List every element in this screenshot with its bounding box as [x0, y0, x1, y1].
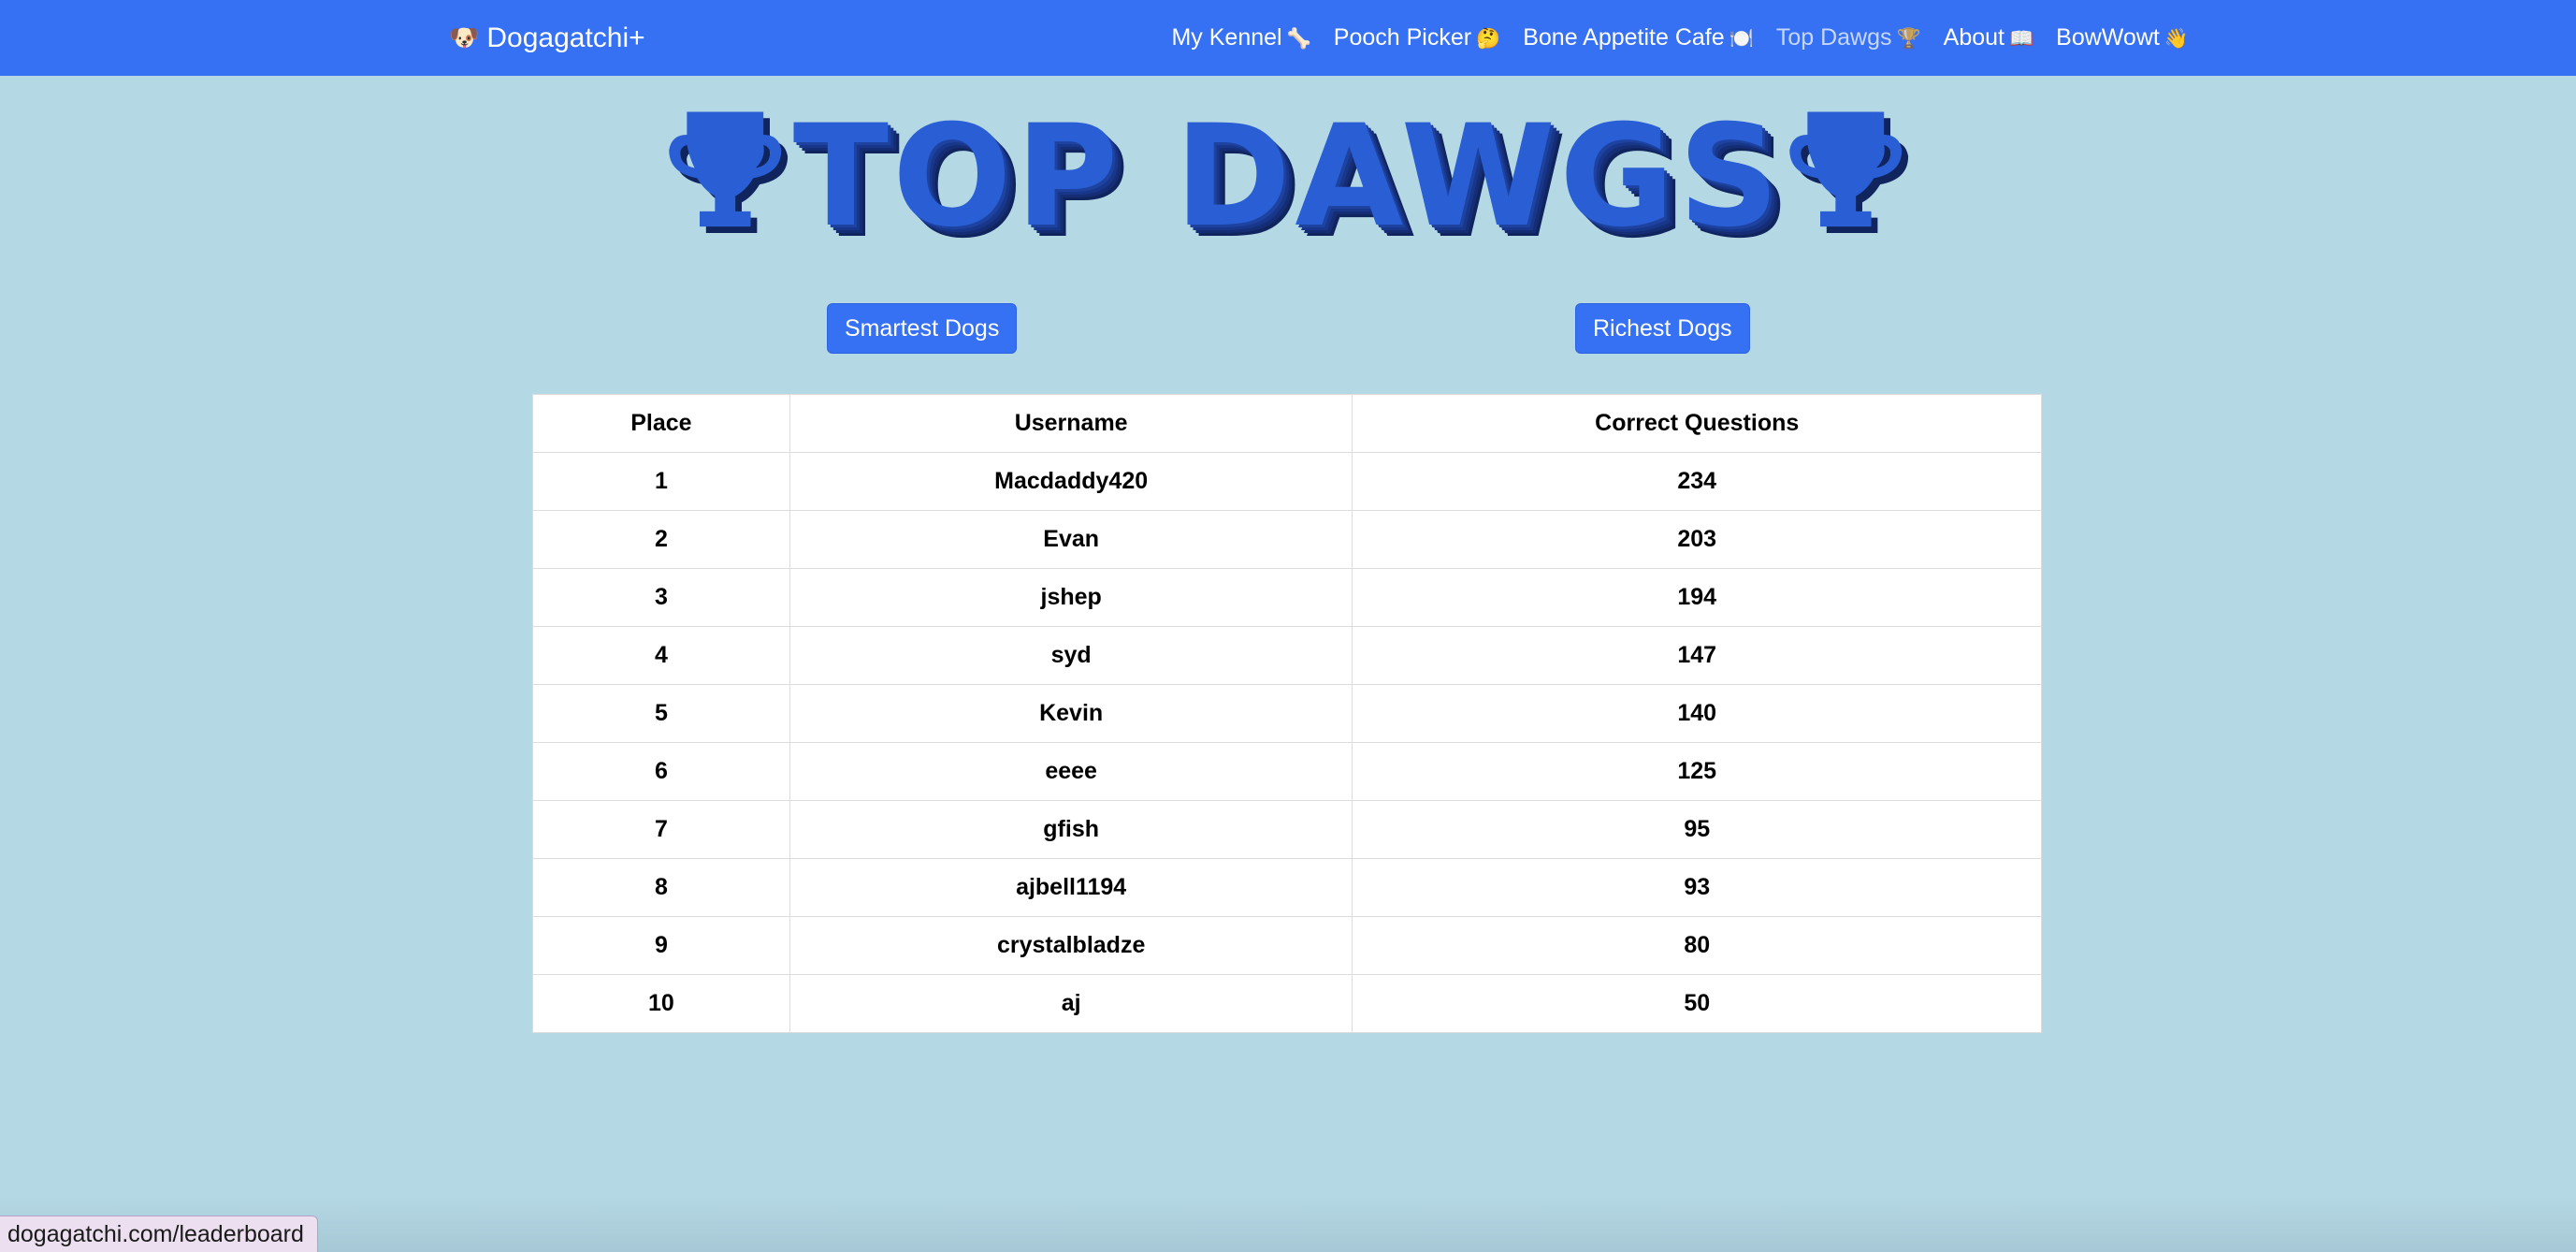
table-row: 4 syd 147 — [532, 626, 2042, 685]
nav-links: My Kennel 🦴 Pooch Picker 🤔 Bone Appetite C… — [1171, 0, 2189, 76]
bone-icon: 🦴 — [1286, 28, 1311, 50]
username-cell: Evan — [789, 510, 1353, 569]
smartest-dogs-button[interactable]: Smartest Dogs — [827, 303, 1018, 354]
link-status-bar: dogagatchi.com/leaderboard — [0, 1216, 318, 1252]
top-navbar: 🐶 Dogagatchi+ My Kennel 🦴 Pooch Picker 🤔 B… — [0, 0, 2576, 76]
nav-link-label: BowWowt — [2056, 24, 2160, 51]
correct-questions-cell: 125 — [1352, 742, 2042, 801]
table-row: 7 gfish 95 — [532, 800, 2042, 859]
nav-link-top-dawgs[interactable]: Top Dawgs 🏆 — [1776, 24, 1921, 51]
nav-link-bone-appetite-cafe[interactable]: Bone Appetite Cafe 🍽️ — [1523, 24, 1754, 51]
table-row: 8 ajbell1194 93 — [532, 858, 2042, 917]
nav-link-label: Pooch Picker — [1333, 24, 1472, 51]
place-cell: 6 — [532, 742, 790, 801]
nav-link-label: My Kennel — [1171, 24, 1282, 51]
place-cell: 10 — [532, 974, 790, 1033]
status-url: dogagatchi.com/leaderboard — [7, 1220, 304, 1247]
richest-dogs-button[interactable]: Richest Dogs — [1575, 303, 1750, 354]
username-cell: ajbell1194 — [789, 858, 1353, 917]
trophy-icon — [1783, 107, 1914, 247]
correct-questions-cell: 203 — [1352, 510, 2042, 569]
username-cell: eeee — [789, 742, 1353, 801]
correct-questions-cell: 95 — [1352, 800, 2042, 859]
table-row: 1 Macdaddy420 234 — [532, 452, 2042, 511]
nav-link-label: Top Dawgs — [1775, 24, 1892, 51]
username-cell: gfish — [789, 800, 1353, 859]
table-header-row: Place Username Correct Questions — [532, 394, 2042, 453]
column-header-place: Place — [532, 394, 790, 453]
table-row: 6 eeee 125 — [532, 742, 2042, 801]
brand-link[interactable]: 🐶 Dogagatchi+ — [449, 0, 645, 76]
place-cell: 1 — [532, 452, 790, 511]
table-row: 5 Kevin 140 — [532, 684, 2042, 743]
username-cell: aj — [789, 974, 1353, 1033]
page-hero: TOP DAWGS — [0, 97, 2576, 256]
trophy-icon — [662, 107, 793, 247]
place-cell: 5 — [532, 684, 790, 743]
nav-link-label: About — [1943, 24, 2004, 51]
table-row: 3 jshep 194 — [532, 568, 2042, 627]
trophy-icon: 🏆 — [1896, 28, 1921, 50]
correct-questions-cell: 234 — [1352, 452, 2042, 511]
username-cell: crystalbladze — [789, 916, 1353, 975]
waving-hand-icon: 👋 — [2164, 28, 2189, 50]
table-row: 10 aj 50 — [532, 974, 2042, 1033]
table-row: 9 crystalbladze 80 — [532, 916, 2042, 975]
nav-link-about[interactable]: About 📖 — [1944, 24, 2034, 51]
plate-icon: 🍽️ — [1729, 28, 1754, 50]
column-header-username: Username — [789, 394, 1353, 453]
place-cell: 3 — [532, 568, 790, 627]
page-title-text: TOP DAWGS — [792, 95, 1784, 258]
place-cell: 8 — [532, 858, 790, 917]
username-cell: Macdaddy420 — [789, 452, 1353, 511]
username-cell: jshep — [789, 568, 1353, 627]
nav-link-label: Bone Appetite Cafe — [1523, 24, 1725, 51]
column-header-correct-questions: Correct Questions — [1352, 394, 2042, 453]
nav-link-bowwowt[interactable]: BowWowt 👋 — [2056, 24, 2189, 51]
bottom-shade — [0, 1196, 2576, 1252]
place-cell: 4 — [532, 626, 790, 685]
place-cell: 2 — [532, 510, 790, 569]
correct-questions-cell: 194 — [1352, 568, 2042, 627]
place-cell: 9 — [532, 916, 790, 975]
table-row: 2 Evan 203 — [532, 510, 2042, 569]
correct-questions-cell: 140 — [1352, 684, 2042, 743]
brand-label: Dogagatchi+ — [486, 22, 645, 53]
leaderboard-table: Place Username Correct Questions 1 Macda… — [532, 394, 2042, 1033]
book-icon: 📖 — [2009, 28, 2034, 50]
correct-questions-cell: 80 — [1352, 916, 2042, 975]
nav-link-pooch-picker[interactable]: Pooch Picker 🤔 — [1334, 24, 1500, 51]
thinking-face-icon: 🤔 — [1476, 28, 1501, 50]
correct-questions-cell: 147 — [1352, 626, 2042, 685]
page-title: TOP DAWGS — [662, 107, 1914, 247]
correct-questions-cell: 50 — [1352, 974, 2042, 1033]
place-cell: 7 — [532, 800, 790, 859]
dog-face-icon: 🐶 — [449, 23, 480, 51]
nav-link-my-kennel[interactable]: My Kennel 🦴 — [1171, 24, 1310, 51]
correct-questions-cell: 93 — [1352, 858, 2042, 917]
username-cell: syd — [789, 626, 1353, 685]
username-cell: Kevin — [789, 684, 1353, 743]
